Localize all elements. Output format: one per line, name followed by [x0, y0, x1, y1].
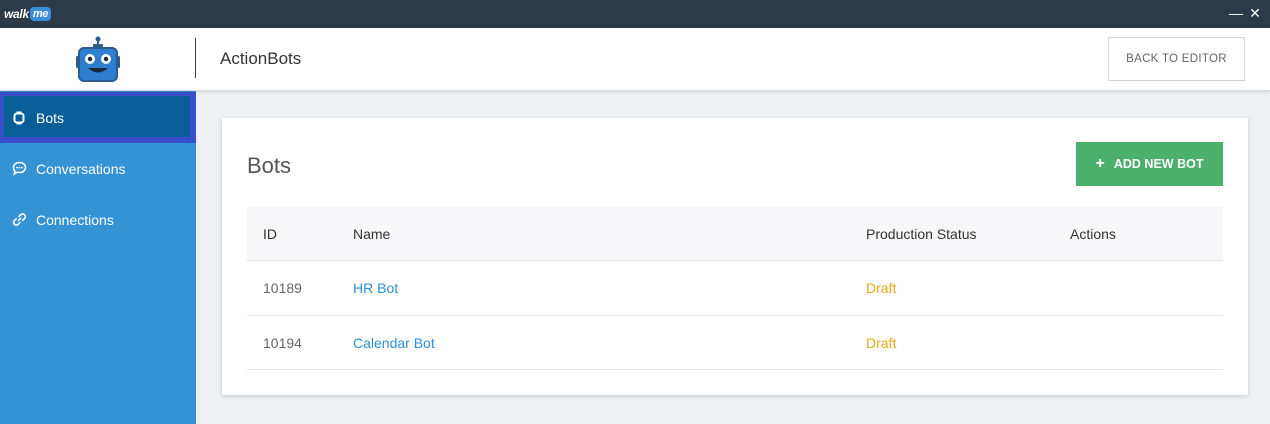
bot-name-link[interactable]: HR Bot	[353, 280, 398, 296]
chat-bubble-icon	[0, 161, 36, 176]
add-new-bot-button[interactable]: + ADD NEW BOT	[1076, 142, 1223, 186]
sidebar: Bots Conversations Connections	[0, 91, 196, 424]
sidebar-item-conversations[interactable]: Conversations	[0, 143, 196, 194]
column-header-name: Name	[353, 225, 391, 242]
bot-id: 10189	[263, 280, 302, 296]
header-divider	[195, 38, 196, 78]
minimize-button[interactable]: —	[1226, 3, 1246, 23]
bots-table: ID Name Production Status Actions 10189 …	[247, 207, 1223, 370]
plus-icon: +	[1095, 155, 1105, 172]
column-header-id: ID	[263, 225, 277, 242]
bot-status: Draft	[866, 280, 897, 296]
logo-walk-text: walk	[4, 6, 29, 21]
bot-name-link[interactable]: Calendar Bot	[353, 335, 435, 351]
sidebar-item-label: Conversations	[36, 160, 126, 177]
robot-logo-icon	[76, 36, 120, 82]
logo-me-text: me	[29, 6, 52, 21]
sidebar-item-label: Bots	[36, 109, 65, 126]
add-new-bot-label: ADD NEW BOT	[1113, 157, 1204, 171]
column-header-status: Production Status	[866, 225, 977, 242]
close-button[interactable]: ✕	[1245, 3, 1265, 23]
table-header: ID Name Production Status Actions	[247, 207, 1223, 260]
bot-id: 10194	[263, 334, 302, 351]
app-header: ActionBots BACK TO EDITOR	[0, 28, 1270, 91]
bots-card: Bots + ADD NEW BOT ID Name Production St…	[222, 118, 1248, 395]
walkme-logo: walk me	[4, 5, 52, 22]
link-icon	[0, 212, 36, 227]
table-row: 10189 HR Bot Draft	[247, 260, 1223, 315]
sidebar-item-bots[interactable]: Bots	[0, 92, 196, 143]
watch-icon	[0, 111, 36, 125]
sidebar-item-connections[interactable]: Connections	[0, 194, 196, 245]
window-titlebar: walk me — ✕	[0, 0, 1270, 28]
table-row: 10194 Calendar Bot Draft	[247, 315, 1223, 370]
bot-status: Draft	[866, 334, 897, 351]
sidebar-item-label: Connections	[36, 211, 114, 228]
brand-area	[0, 28, 196, 91]
column-header-actions: Actions	[1070, 225, 1116, 242]
page-title: ActionBots	[220, 49, 302, 68]
section-title: Bots	[247, 153, 292, 178]
back-to-editor-button[interactable]: BACK TO EDITOR	[1108, 37, 1245, 81]
